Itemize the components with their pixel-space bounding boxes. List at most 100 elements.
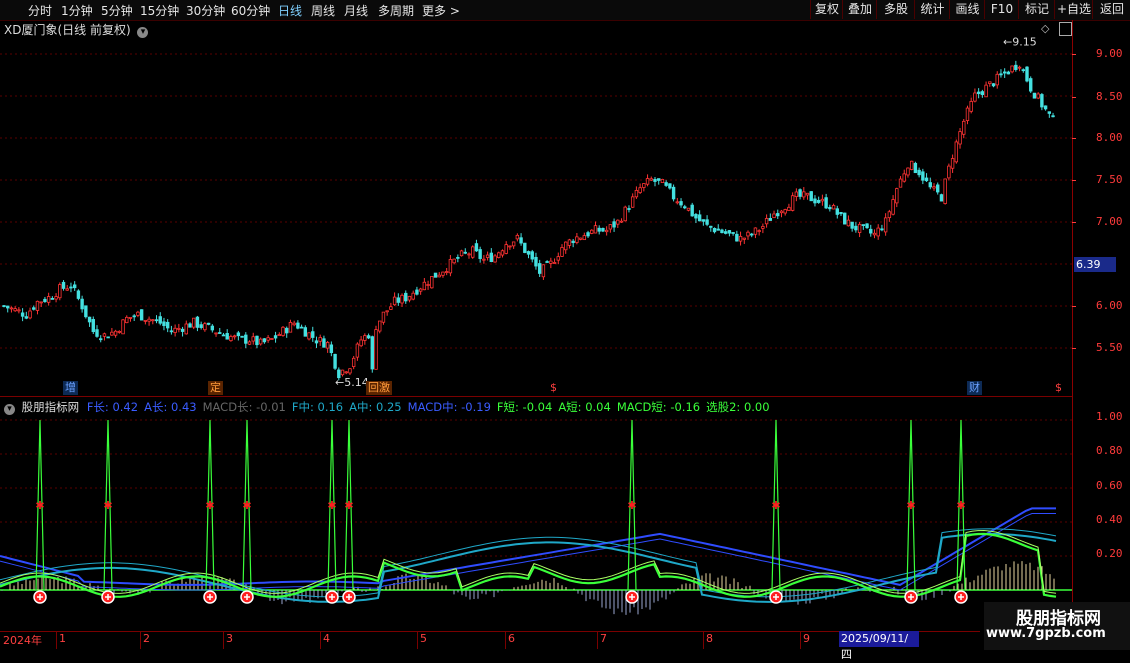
period-tab-8[interactable]: 月线 (344, 2, 368, 19)
toolbar-button-4[interactable]: 画线 (949, 0, 985, 19)
event-flag[interactable]: $ (548, 381, 559, 395)
candle-body (947, 165, 951, 179)
toolbar-button-0[interactable]: 复权 (810, 0, 843, 19)
candle-body (9, 307, 14, 310)
period-tab-10[interactable]: 更多 > (422, 2, 460, 19)
candle-body (642, 183, 646, 188)
candle-body (657, 178, 661, 181)
diamond-icon[interactable]: ◇ (1041, 22, 1049, 35)
candle-body (686, 207, 691, 211)
indicator-tick-label: 0.60 (1096, 479, 1123, 492)
period-tab-4[interactable]: 30分钟 (186, 2, 225, 19)
candle-body (459, 250, 464, 257)
month-label: 8 (706, 632, 713, 645)
candle-body (385, 310, 389, 313)
month-divider (223, 631, 224, 649)
toolbar-button-6[interactable]: 标记 (1018, 0, 1055, 19)
candle-body (768, 218, 773, 221)
candle-body (716, 228, 720, 231)
event-flag[interactable]: 定 (208, 381, 223, 395)
candle-body (932, 186, 936, 189)
candle-body (273, 335, 278, 339)
candle-body (411, 292, 415, 300)
toolbar-button-5[interactable]: F10 (984, 0, 1019, 19)
candle-body (883, 217, 888, 233)
period-tab-1[interactable]: 1分钟 (61, 2, 93, 19)
month-divider (417, 631, 418, 649)
toolbar-button-3[interactable]: 统计 (914, 0, 950, 19)
stock-title-text: XD厦门象(日线 前复权) (4, 23, 131, 37)
panel-toggle-icon[interactable] (1059, 22, 1072, 36)
toolbar-button-7[interactable]: +自选 (1054, 0, 1093, 19)
candle-body (612, 221, 616, 228)
candle-body (671, 186, 676, 200)
price-tick-label: 5.50 (1096, 341, 1123, 354)
month-label: 7 (600, 632, 607, 645)
candle-body (2, 305, 6, 307)
event-flag[interactable]: 回激 (366, 381, 392, 395)
candle-body (1010, 65, 1014, 73)
candle-body (102, 333, 107, 337)
period-tab-7[interactable]: 周线 (311, 2, 335, 19)
candle-body (378, 320, 382, 332)
candle-body (24, 316, 29, 319)
candle-body (764, 218, 769, 225)
candle-body (515, 234, 520, 240)
toolbar-button-1[interactable]: 叠加 (842, 0, 877, 19)
candle-body (660, 179, 665, 184)
signal-star-icon: ✱ (344, 499, 353, 512)
candle-body (485, 254, 490, 258)
candle-body (1032, 92, 1037, 99)
candle-body (843, 212, 847, 225)
candle-body (17, 309, 21, 312)
candle-body (84, 305, 88, 318)
toolbar-button-8[interactable]: 返回 (1092, 0, 1130, 19)
candle-body (526, 251, 531, 255)
candle-body (292, 322, 296, 326)
candle-body (340, 369, 345, 376)
candle-body (463, 251, 467, 254)
month-divider (703, 631, 704, 649)
period-tab-0[interactable]: 分时 (28, 2, 52, 19)
period-tab-6[interactable]: 日线 (278, 2, 302, 19)
candle-body (433, 272, 438, 278)
candle-body (887, 211, 892, 219)
candle-body (779, 210, 784, 214)
candle-body (980, 91, 985, 95)
toolbar-button-2[interactable]: 多股 (876, 0, 915, 19)
candle-body (876, 227, 880, 237)
candle-body (348, 368, 352, 374)
period-tab-5[interactable]: 60分钟 (231, 2, 270, 19)
period-tab-2[interactable]: 5分钟 (101, 2, 133, 19)
candle-body (943, 178, 947, 204)
period-tab-3[interactable]: 15分钟 (140, 2, 179, 19)
candle-body (117, 330, 122, 333)
event-flag[interactable]: 财 (967, 381, 982, 395)
candle-body (69, 286, 73, 289)
price-tick-mark (1072, 180, 1076, 181)
candle-body (601, 227, 605, 232)
price-tick-mark (1072, 222, 1076, 223)
pane-divider[interactable] (0, 396, 1072, 397)
candle-body (46, 296, 51, 303)
price-axis (1072, 20, 1130, 630)
candle-body (121, 319, 125, 335)
event-flag[interactable]: 增 (63, 381, 78, 395)
candle-body (136, 311, 140, 316)
candle-body (627, 208, 631, 210)
candle-body (1006, 71, 1011, 75)
signal-star-icon: ✱ (956, 499, 965, 512)
low-annotation: ←5.14 (335, 376, 369, 389)
candle-body (556, 256, 560, 261)
candle-body (880, 228, 884, 231)
candle-body (471, 246, 475, 258)
candle-body (13, 308, 17, 312)
event-flag[interactable]: $ (1053, 381, 1064, 395)
candle-body (909, 160, 914, 170)
period-tab-9[interactable]: 多周期 (378, 2, 414, 19)
candle-body (928, 182, 932, 188)
candle-body (709, 225, 713, 228)
candle-body (962, 120, 966, 135)
candle-body (106, 336, 110, 339)
signal-star-icon: ✱ (205, 499, 214, 512)
